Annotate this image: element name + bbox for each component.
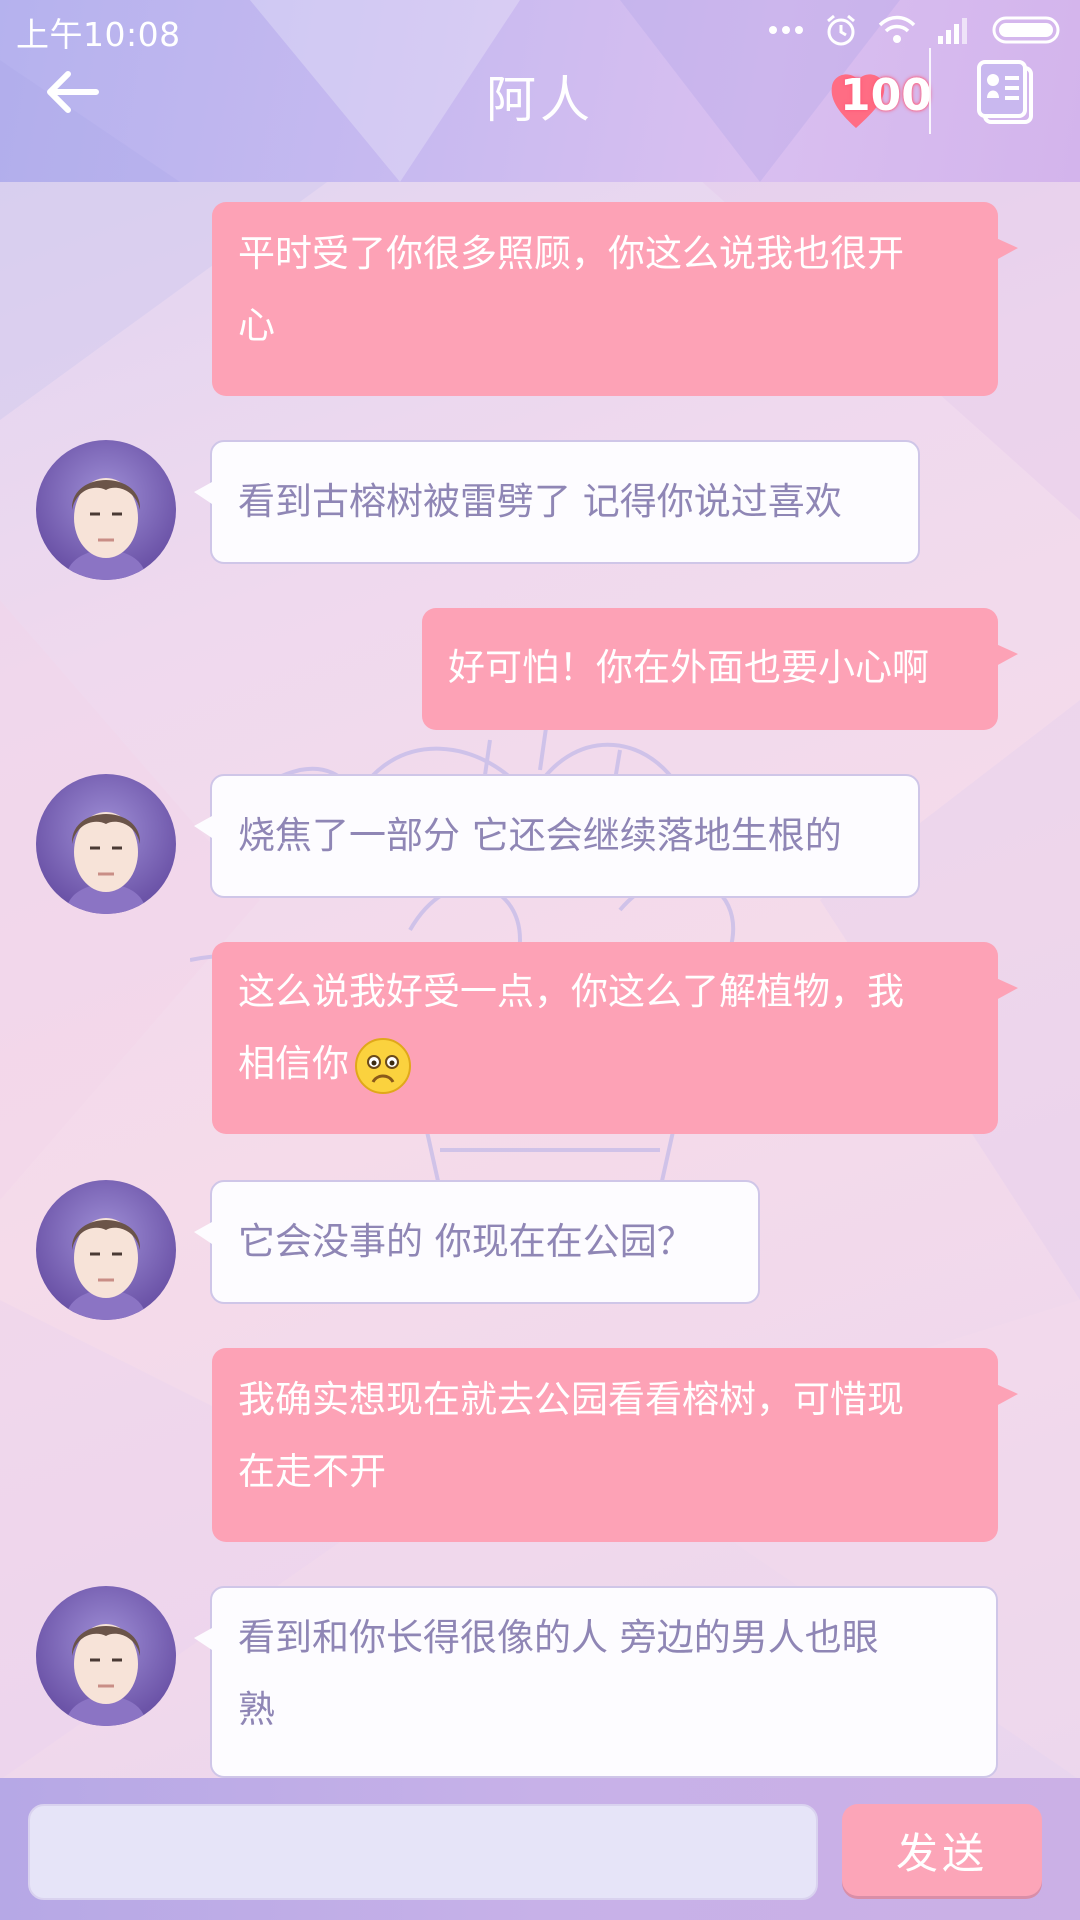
contact-avatar-face <box>66 1624 146 1726</box>
send-button[interactable]: 发送 <box>842 1804 1042 1896</box>
alarm-icon <box>827 14 855 46</box>
avatar[interactable] <box>36 774 176 914</box>
affection-count: 100 <box>840 70 932 121</box>
message-in: 看到古榕树被雷劈了 记得你说过喜欢 <box>194 440 920 564</box>
avatar[interactable] <box>36 1586 176 1726</box>
message-in: 它会没事的 你现在在公园？ <box>194 1180 760 1304</box>
message-in: 看到和你长得很像的人 旁边的男人也眼 熟 <box>194 1586 998 1778</box>
message-input-bar: 发送 <box>0 1778 1080 1920</box>
avatar[interactable] <box>36 1180 176 1320</box>
message-text: 烧焦了一部分 它还会继续落地生根的 <box>238 814 842 857</box>
contact-card-icon[interactable] <box>975 58 1039 128</box>
message-text: 看到和你长得很像的人 旁边的男人也眼 熟 <box>238 1616 879 1731</box>
message-out: 这么说我好受一点，你这么了解植物，我 相信你 <box>212 942 1018 1134</box>
sad-face-emoji <box>355 1037 411 1094</box>
message-out: 好可怕！你在外面也要小心啊 <box>422 608 1018 730</box>
message-text: 我确实想现在就去公园看看榕树，可惜现 在走不开 <box>238 1378 904 1493</box>
contact-avatar-face <box>66 1218 146 1320</box>
message-out: 我确实想现在就去公园看看榕树，可惜现 在走不开 <box>212 1348 1018 1542</box>
status-time: 上午10:08 <box>16 15 181 54</box>
message-text: 好可怕！你在外面也要小心啊 <box>448 646 929 689</box>
page-title: 阿人 <box>486 71 594 129</box>
message-text: 它会没事的 你现在在公园？ <box>238 1220 694 1263</box>
message-out: 平时受了你很多照顾，你这么说我也很开 心 <box>212 202 1018 396</box>
message-text: 平时受了你很多照顾，你这么说我也很开 心 <box>238 232 904 347</box>
signal-icon <box>938 18 967 44</box>
status-bar: 上午10:08 <box>0 0 1080 60</box>
status-icons <box>768 10 1064 50</box>
contact-avatar-face <box>66 812 146 914</box>
message-text: 这么说我好受一点，你这么了解植物，我 相信你 <box>238 970 904 1085</box>
back-arrow-icon[interactable] <box>38 62 108 122</box>
message-in: 烧焦了一部分 它还会继续落地生根的 <box>194 774 920 898</box>
contact-avatar-face <box>66 478 146 580</box>
battery-icon <box>992 16 1060 44</box>
chat-screen: 上午10:08 阿人 100 平时受了你很多照顾，你这么说我也很开 心 看到古榕… <box>0 0 1080 1920</box>
more-dots-icon <box>769 26 803 34</box>
message-text: 看到古榕树被雷劈了 记得你说过喜欢 <box>238 480 842 523</box>
app-header: 上午10:08 阿人 100 <box>0 0 1080 182</box>
wifi-icon <box>878 15 916 43</box>
header-divider <box>929 48 931 134</box>
message-input[interactable] <box>28 1804 818 1900</box>
avatar[interactable] <box>36 440 176 580</box>
